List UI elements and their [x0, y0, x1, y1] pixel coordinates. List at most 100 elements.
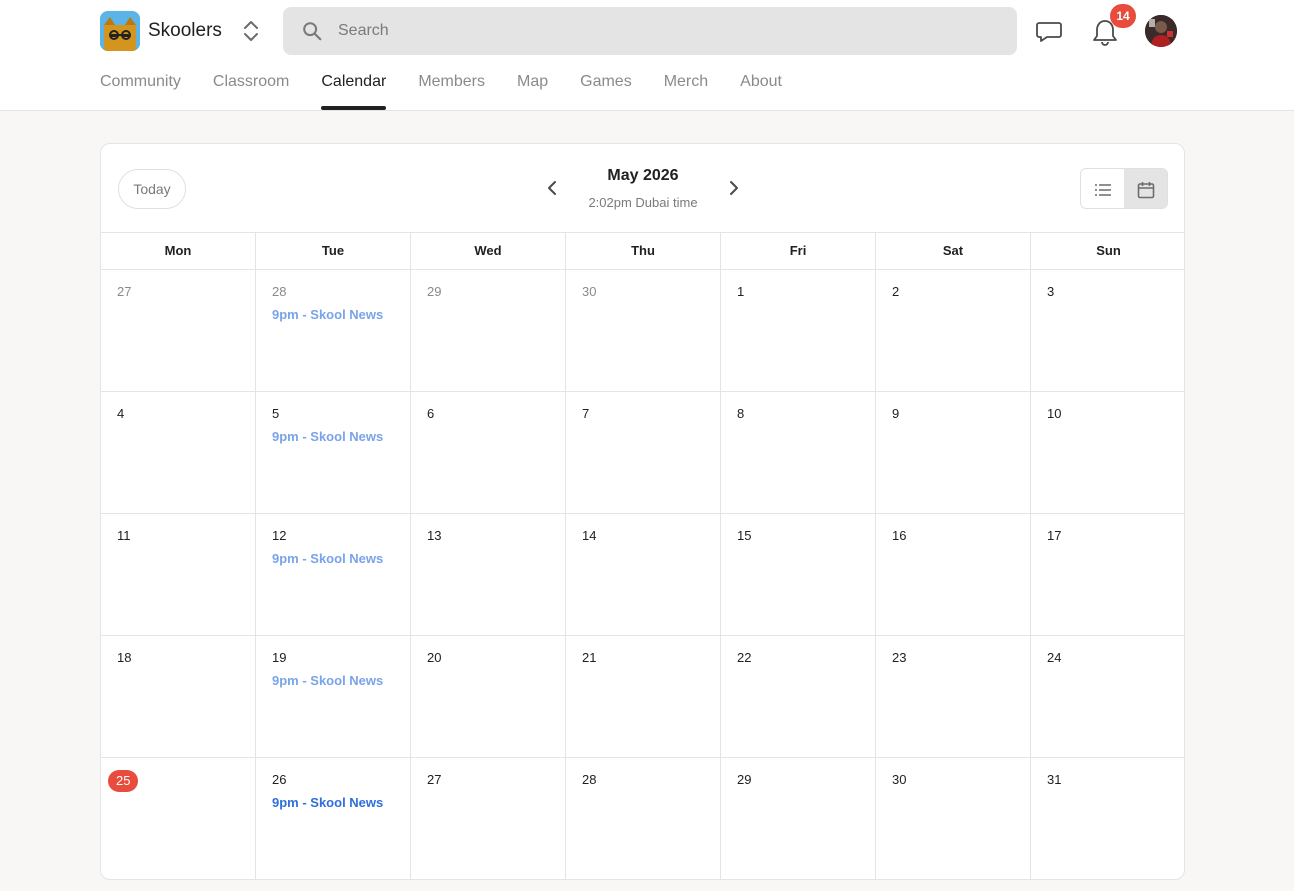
day-cell[interactable]: 21 — [566, 636, 721, 757]
day-cell[interactable]: 27 — [411, 758, 566, 879]
week-row: 4 5 9pm - Skool News 6 7 8 9 10 — [101, 392, 1184, 514]
community-logo[interactable] — [100, 11, 140, 51]
day-cell[interactable]: 26 9pm - Skool News — [256, 758, 411, 879]
day-number: 30 — [582, 284, 597, 299]
calendar-view-icon[interactable] — [1124, 169, 1167, 208]
search-input[interactable] — [338, 7, 998, 55]
day-number: 27 — [427, 772, 442, 787]
next-month-chevron-icon[interactable] — [724, 178, 744, 198]
calendar-event[interactable]: 9pm - Skool News — [272, 429, 394, 444]
nav-tab-about[interactable]: About — [740, 62, 782, 110]
today-date-badge: 25 — [108, 770, 139, 792]
day-cell[interactable]: 27 — [101, 270, 256, 391]
day-number: 27 — [117, 284, 132, 299]
day-cell[interactable]: 6 — [411, 392, 566, 513]
calendar-event[interactable]: 9pm - Skool News — [272, 795, 394, 810]
search-bar[interactable] — [283, 7, 1017, 55]
top-header: Skoolers 14 Communi — [0, 0, 1294, 111]
day-cell[interactable]: 28 — [566, 758, 721, 879]
day-number: 20 — [427, 650, 442, 665]
day-cell[interactable]: 8 — [721, 392, 876, 513]
day-number: 29 — [737, 772, 752, 787]
chat-icon[interactable] — [1035, 17, 1063, 45]
day-cell[interactable]: 5 9pm - Skool News — [256, 392, 411, 513]
calendar-event[interactable]: 9pm - Skool News — [272, 673, 394, 688]
user-avatar[interactable] — [1145, 15, 1177, 47]
weekday-header: Sun — [1096, 243, 1121, 258]
notification-count-badge: 14 — [1110, 4, 1136, 28]
day-number: 21 — [582, 650, 597, 665]
day-cell[interactable]: 25 — [101, 758, 256, 879]
day-cell[interactable]: 22 — [721, 636, 876, 757]
day-cell[interactable]: 28 9pm - Skool News — [256, 270, 411, 391]
weekday-header: Mon — [101, 233, 256, 269]
calendar-event[interactable]: 9pm - Skool News — [272, 307, 394, 322]
weekday-header: Sat — [876, 233, 1031, 269]
day-number: 12 — [272, 528, 287, 543]
list-view-icon[interactable] — [1081, 169, 1124, 208]
day-number: 24 — [1047, 650, 1062, 665]
day-cell[interactable]: 30 — [566, 270, 721, 391]
day-cell[interactable]: 4 — [101, 392, 256, 513]
day-number: 3 — [1047, 284, 1055, 299]
day-cell[interactable]: 12 9pm - Skool News — [256, 514, 411, 635]
search-icon — [303, 22, 322, 41]
day-number: 11 — [117, 528, 131, 543]
day-cell[interactable]: 29 — [411, 270, 566, 391]
day-cell[interactable]: 17 — [1031, 514, 1184, 635]
day-cell[interactable]: 11 — [101, 514, 256, 635]
day-cell[interactable]: 18 — [101, 636, 256, 757]
day-cell[interactable]: 3 — [1031, 270, 1184, 391]
day-cell[interactable]: 30 — [876, 758, 1031, 879]
day-number: 26 — [272, 772, 287, 787]
nav-tab-merch[interactable]: Merch — [664, 62, 708, 110]
view-toggle — [1080, 168, 1168, 209]
day-number: 22 — [737, 650, 752, 665]
month-title: May 2026 — [607, 167, 679, 184]
day-number: 19 — [272, 650, 287, 665]
day-cell[interactable]: 10 — [1031, 392, 1184, 513]
week-row: 11 12 9pm - Skool News 13 14 15 16 17 — [101, 514, 1184, 636]
day-number: 30 — [892, 772, 907, 787]
day-cell[interactable]: 16 — [876, 514, 1031, 635]
day-number: 29 — [427, 284, 442, 299]
nav-tab-community[interactable]: Community — [100, 62, 181, 110]
day-cell[interactable]: 7 — [566, 392, 721, 513]
day-number: 18 — [117, 650, 132, 665]
main-nav: Community Classroom Calendar Members Map… — [100, 62, 814, 110]
day-number: 10 — [1047, 406, 1062, 421]
day-cell[interactable]: 14 — [566, 514, 721, 635]
day-number: 6 — [427, 406, 435, 421]
weekday-header: Fri — [721, 233, 876, 269]
day-number: 8 — [737, 406, 745, 421]
day-number: 23 — [892, 650, 907, 665]
day-number: 5 — [272, 406, 280, 421]
day-cell[interactable]: 2 — [876, 270, 1031, 391]
day-cell[interactable]: 29 — [721, 758, 876, 879]
community-name[interactable]: Skoolers — [148, 20, 222, 42]
day-cell[interactable]: 31 — [1031, 758, 1184, 879]
day-cell[interactable]: 15 — [721, 514, 876, 635]
day-cell[interactable]: 13 — [411, 514, 566, 635]
weekday-header: Wed — [411, 233, 566, 269]
day-cell[interactable]: 24 — [1031, 636, 1184, 757]
day-number: 9 — [892, 406, 900, 421]
nav-tab-calendar[interactable]: Calendar — [321, 62, 386, 110]
day-cell[interactable]: 9 — [876, 392, 1031, 513]
calendar-event[interactable]: 9pm - Skool News — [272, 551, 394, 566]
day-number: 4 — [117, 406, 125, 421]
nav-tab-map[interactable]: Map — [517, 62, 548, 110]
nav-tab-games[interactable]: Games — [580, 62, 632, 110]
day-cell[interactable]: 19 9pm - Skool News — [256, 636, 411, 757]
day-number: 7 — [582, 406, 590, 421]
nav-tab-members[interactable]: Members — [418, 62, 485, 110]
day-number: 31 — [1047, 772, 1062, 787]
day-cell[interactable]: 23 — [876, 636, 1031, 757]
day-cell[interactable]: 20 — [411, 636, 566, 757]
today-button[interactable]: Today — [118, 169, 186, 209]
day-cell[interactable]: 1 — [721, 270, 876, 391]
community-switcher-icon[interactable] — [240, 18, 262, 44]
nav-tab-classroom[interactable]: Classroom — [213, 62, 289, 110]
timezone-text: 2:02pm Dubai time — [588, 195, 698, 210]
calendar-card: Today May 2026 2:02pm Dubai time Mon Tue… — [100, 143, 1185, 880]
